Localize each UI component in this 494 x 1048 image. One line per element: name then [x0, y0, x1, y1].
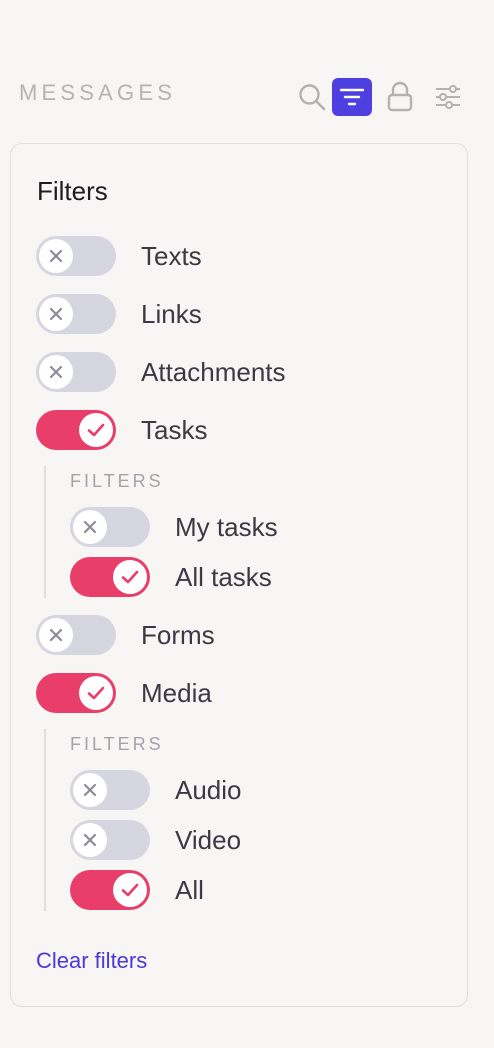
- subfilter-label: Audio: [175, 774, 242, 805]
- toggle-video[interactable]: [70, 820, 150, 860]
- toggle-attachments[interactable]: [36, 352, 116, 392]
- x-icon: [49, 365, 63, 379]
- x-icon: [49, 307, 63, 321]
- filter-label: Attachments: [141, 356, 286, 387]
- clear-filters-link[interactable]: Clear filters: [36, 948, 147, 974]
- media-subfilters-label: FILTERS: [70, 734, 164, 754]
- filter-row-media: Media: [36, 673, 212, 713]
- sliders-icon: [436, 85, 460, 109]
- toggle-all[interactable]: [70, 870, 150, 910]
- x-icon: [49, 249, 63, 263]
- filter-row-tasks: Tasks: [36, 410, 207, 450]
- x-icon: [83, 520, 97, 534]
- toggle-audio[interactable]: [70, 770, 150, 810]
- x-icon: [83, 783, 97, 797]
- messages-header: MESSAGES: [18, 76, 468, 116]
- toggle-knob: [73, 823, 107, 857]
- filter-label: Media: [141, 677, 212, 708]
- filter-row-texts: Texts: [36, 236, 202, 276]
- toggle-links[interactable]: [36, 294, 116, 334]
- toggle-all-tasks[interactable]: [70, 557, 150, 597]
- toggle-knob: [79, 413, 113, 447]
- filter-row-forms: Forms: [36, 615, 215, 655]
- filter-row-attachments: Attachments: [36, 352, 286, 392]
- filters-panel: Filters Texts Links Attachments Tasks FI…: [10, 143, 468, 1007]
- x-icon: [49, 628, 63, 642]
- subfilter-label: All: [175, 874, 204, 905]
- filter-label: Texts: [141, 240, 202, 271]
- toggle-knob: [39, 297, 73, 331]
- toggle-tasks[interactable]: [36, 410, 116, 450]
- toggle-forms[interactable]: [36, 615, 116, 655]
- media-subgroup-line: [44, 729, 46, 911]
- subfilter-row-audio: Audio: [70, 770, 242, 810]
- lock-button[interactable]: [380, 78, 420, 116]
- tasks-subgroup-line: [44, 466, 46, 598]
- subfilter-row-my-tasks: My tasks: [70, 507, 278, 547]
- toggle-knob: [73, 510, 107, 544]
- lock-icon: [387, 81, 413, 112]
- toggle-knob: [39, 239, 73, 273]
- search-icon: [299, 84, 326, 111]
- toggle-knob: [79, 676, 113, 710]
- header-title: MESSAGES: [19, 80, 177, 105]
- filter-label: Links: [141, 298, 202, 329]
- toggle-knob: [113, 560, 147, 594]
- toggle-texts[interactable]: [36, 236, 116, 276]
- toggle-media[interactable]: [36, 673, 116, 713]
- subfilter-label: My tasks: [175, 511, 278, 542]
- subfilter-row-video: Video: [70, 820, 241, 860]
- toggle-knob: [39, 618, 73, 652]
- tasks-subfilters-label: FILTERS: [70, 471, 164, 491]
- check-icon: [121, 883, 139, 897]
- check-icon: [87, 686, 105, 700]
- toggle-knob: [73, 773, 107, 807]
- filter-label: Tasks: [141, 414, 208, 445]
- check-icon: [121, 570, 139, 584]
- search-button[interactable]: [292, 78, 332, 116]
- subfilter-row-all: All: [70, 870, 204, 910]
- settings-button[interactable]: [428, 78, 468, 116]
- check-icon: [87, 423, 105, 437]
- filter-button[interactable]: [332, 78, 372, 116]
- subfilter-label: Video: [175, 824, 242, 855]
- panel-title: Filters: [37, 176, 108, 206]
- filter-label: Forms: [141, 619, 215, 650]
- toggle-knob: [113, 873, 147, 907]
- filter-row-links: Links: [36, 294, 202, 334]
- toggle-my-tasks[interactable]: [70, 507, 150, 547]
- toggle-knob: [39, 355, 73, 389]
- x-icon: [83, 833, 97, 847]
- subfilter-row-all-tasks: All tasks: [70, 557, 272, 597]
- subfilter-label: All tasks: [175, 561, 272, 592]
- filter-icon: [339, 88, 365, 106]
